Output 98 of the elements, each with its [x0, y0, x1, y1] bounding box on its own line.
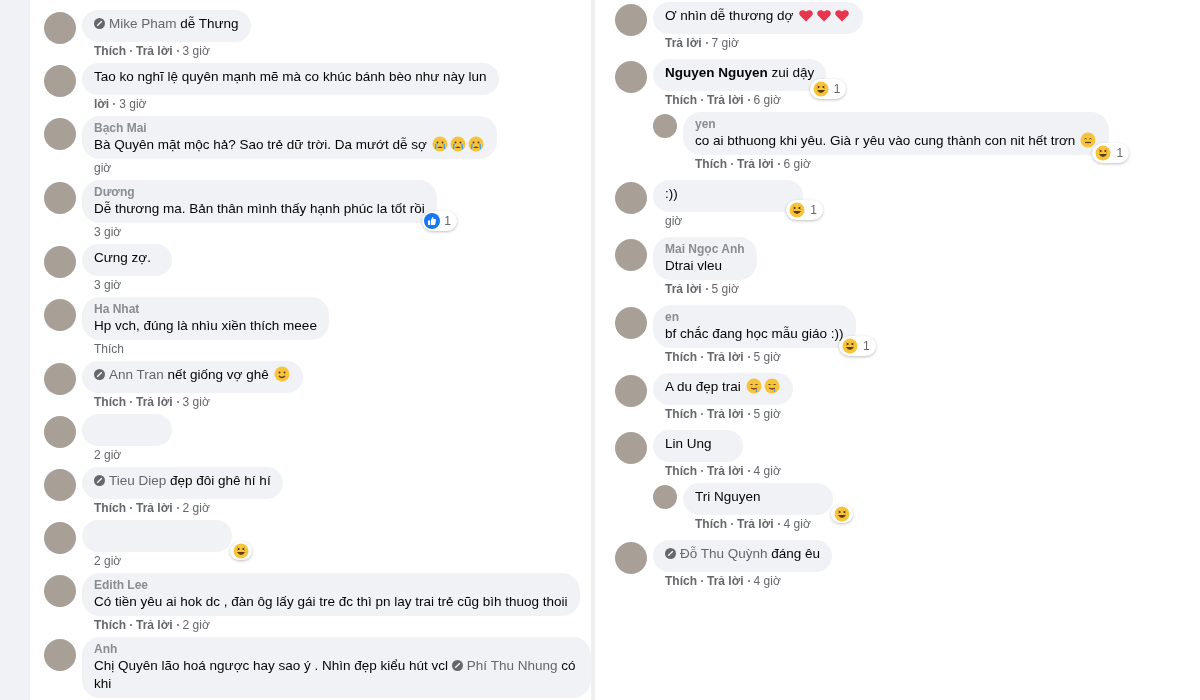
- avatar[interactable]: [615, 307, 647, 339]
- comment-action[interactable]: Trả lời: [665, 34, 702, 52]
- avatar[interactable]: [615, 239, 647, 271]
- commenter-name[interactable]: Ha Nhat: [94, 302, 317, 317]
- avatar[interactable]: [615, 432, 647, 464]
- comment-text: Chị Quyên lão hoá ngược hay sao ý . Nhìn đẹp kiểu hút vcl Phí Thu Nhung có khi: [94, 657, 577, 693]
- comment-action[interactable]: Trả lời: [707, 91, 744, 109]
- comment-action[interactable]: Trả lời: [707, 405, 744, 423]
- avatar[interactable]: [44, 416, 76, 448]
- avatar[interactable]: [615, 542, 647, 574]
- comment-action[interactable]: Thích: [665, 462, 697, 480]
- comment-time[interactable]: giờ: [665, 212, 683, 230]
- avatar[interactable]: [44, 299, 76, 331]
- comment-action[interactable]: Trả lời: [136, 616, 173, 634]
- comment-action[interactable]: Thích: [665, 572, 697, 590]
- comment-time[interactable]: 2 giờ: [94, 552, 122, 570]
- comment-action[interactable]: Trả lời: [707, 572, 744, 590]
- avatar[interactable]: [44, 182, 76, 214]
- comment-text: Mike Pham dễ Thưng: [94, 15, 239, 33]
- comment-text: Tieu Diep đẹp đôi ghê hí hí: [94, 472, 271, 490]
- comment-action[interactable]: Thích: [94, 42, 126, 60]
- comment-time[interactable]: 5 giờ: [753, 348, 781, 366]
- comment-action[interactable]: lời: [94, 95, 110, 113]
- comment-action[interactable]: Thích: [665, 91, 697, 109]
- comment-text: Cưng zợ.: [94, 249, 152, 267]
- tag-icon: [665, 548, 676, 559]
- comment-text: Nguyen Nguyen zui dậy: [665, 64, 815, 82]
- avatar[interactable]: [44, 639, 76, 671]
- avatar[interactable]: [44, 65, 76, 97]
- comment-time[interactable]: 2 giờ: [182, 499, 210, 517]
- comment-time[interactable]: 2 giờ: [94, 446, 122, 464]
- avatar[interactable]: [615, 375, 647, 407]
- comment-action[interactable]: Trả lời: [737, 155, 774, 173]
- comment-action[interactable]: Trả lời: [136, 393, 173, 411]
- comment-text: Có tiền yêu ai hok dc , đàn ôg lấy gái tre đc thì pn lay trai trẻ cũg bìh thuog thoii: [94, 593, 568, 611]
- tag-icon: [451, 660, 463, 671]
- avatar[interactable]: [44, 469, 76, 501]
- comment-time[interactable]: 4 giờ: [753, 572, 781, 590]
- avatar[interactable]: [615, 4, 647, 36]
- comment-action[interactable]: Thích: [94, 393, 126, 411]
- comment-text: :)): [665, 185, 679, 203]
- comment-text: Đỗ Thu Quỳnh đáng êu: [665, 545, 821, 563]
- comment-time[interactable]: 6 giờ: [753, 91, 781, 109]
- reaction-count[interactable]: 1: [786, 200, 823, 220]
- avatar[interactable]: [44, 118, 76, 150]
- reaction-count[interactable]: 1: [1092, 143, 1130, 163]
- reaction-count[interactable]: 1: [809, 79, 847, 99]
- comment-action[interactable]: Thích: [695, 515, 727, 533]
- comment-time[interactable]: 3 giờ: [119, 95, 147, 113]
- comment-time[interactable]: giờ: [94, 159, 112, 177]
- comment-text: Ann Tran nết giống vợ ghê: [94, 366, 291, 384]
- comment-action[interactable]: Trả lời: [136, 499, 173, 517]
- comment-action[interactable]: Trả lời: [707, 348, 744, 366]
- comment-time[interactable]: 3 giờ: [182, 42, 210, 60]
- avatar[interactable]: [615, 61, 647, 93]
- comment-time[interactable]: 3 giờ: [94, 276, 122, 294]
- comment-text: Lin Ung: [665, 435, 713, 453]
- comment-time[interactable]: Thích: [94, 340, 124, 358]
- avatar[interactable]: [653, 485, 677, 509]
- comment-action[interactable]: Trả lời: [665, 280, 702, 298]
- avatar[interactable]: [653, 114, 677, 138]
- commenter-name[interactable]: yen: [695, 117, 1098, 132]
- comment-time[interactable]: 3 giờ: [182, 393, 210, 411]
- comment-time[interactable]: 7 giờ: [711, 34, 739, 52]
- comment-text: Hp vch, đúng là nhìu xiền thích meee: [94, 317, 317, 335]
- comment-action[interactable]: Thích: [665, 348, 697, 366]
- avatar[interactable]: [44, 246, 76, 278]
- comment-text: Dễ thương ma. Bản thân mình thấy hạnh phúc la tốt rồi: [94, 200, 425, 218]
- comment-time[interactable]: 6 giờ: [783, 155, 811, 173]
- commenter-name[interactable]: Edith Lee: [94, 578, 568, 593]
- avatar[interactable]: [44, 363, 76, 395]
- avatar[interactable]: [44, 522, 76, 554]
- comment-action[interactable]: Trả lời: [707, 462, 744, 480]
- avatar[interactable]: [44, 12, 76, 44]
- comment-action[interactable]: Thích: [695, 155, 727, 173]
- comment-time[interactable]: 4 giờ: [753, 462, 781, 480]
- comment-action[interactable]: Trả lời: [136, 42, 173, 60]
- comment-action[interactable]: Thích: [665, 405, 697, 423]
- comment-text: Ơ nhìn dễ thương dợ: [665, 7, 852, 25]
- comment-text: A du đẹp trai: [665, 378, 781, 396]
- comment-action[interactable]: Thích: [94, 616, 126, 634]
- comment-action[interactable]: Trả lời: [737, 515, 774, 533]
- commenter-name[interactable]: Bạch Mai: [94, 121, 485, 136]
- tag-icon: [94, 475, 105, 486]
- tag-icon: [94, 369, 105, 380]
- comment-time[interactable]: 4 giờ: [783, 515, 811, 533]
- avatar[interactable]: [615, 182, 647, 214]
- comment-text: Tri Nguyen: [695, 488, 762, 506]
- comment-time[interactable]: 5 giờ: [711, 280, 739, 298]
- avatar[interactable]: [44, 575, 76, 607]
- comment-time[interactable]: 3 giờ: [94, 223, 122, 241]
- comment-text: Bà Quyên mặt mộc hả? Sao trẻ dữ trời. Da mướt dễ sợ: [94, 136, 485, 154]
- comment-text: Tao ko nghĩ lệ quyên mạnh mẽ mà co khúc bánh bèo như này lun: [94, 68, 487, 86]
- comment-text: Dtrai vleu: [665, 257, 724, 275]
- tag-icon: [94, 18, 105, 29]
- comment-action[interactable]: Thích: [94, 499, 126, 517]
- comment-time[interactable]: 5 giờ: [753, 405, 781, 423]
- comment-time[interactable]: 2 giờ: [182, 616, 210, 634]
